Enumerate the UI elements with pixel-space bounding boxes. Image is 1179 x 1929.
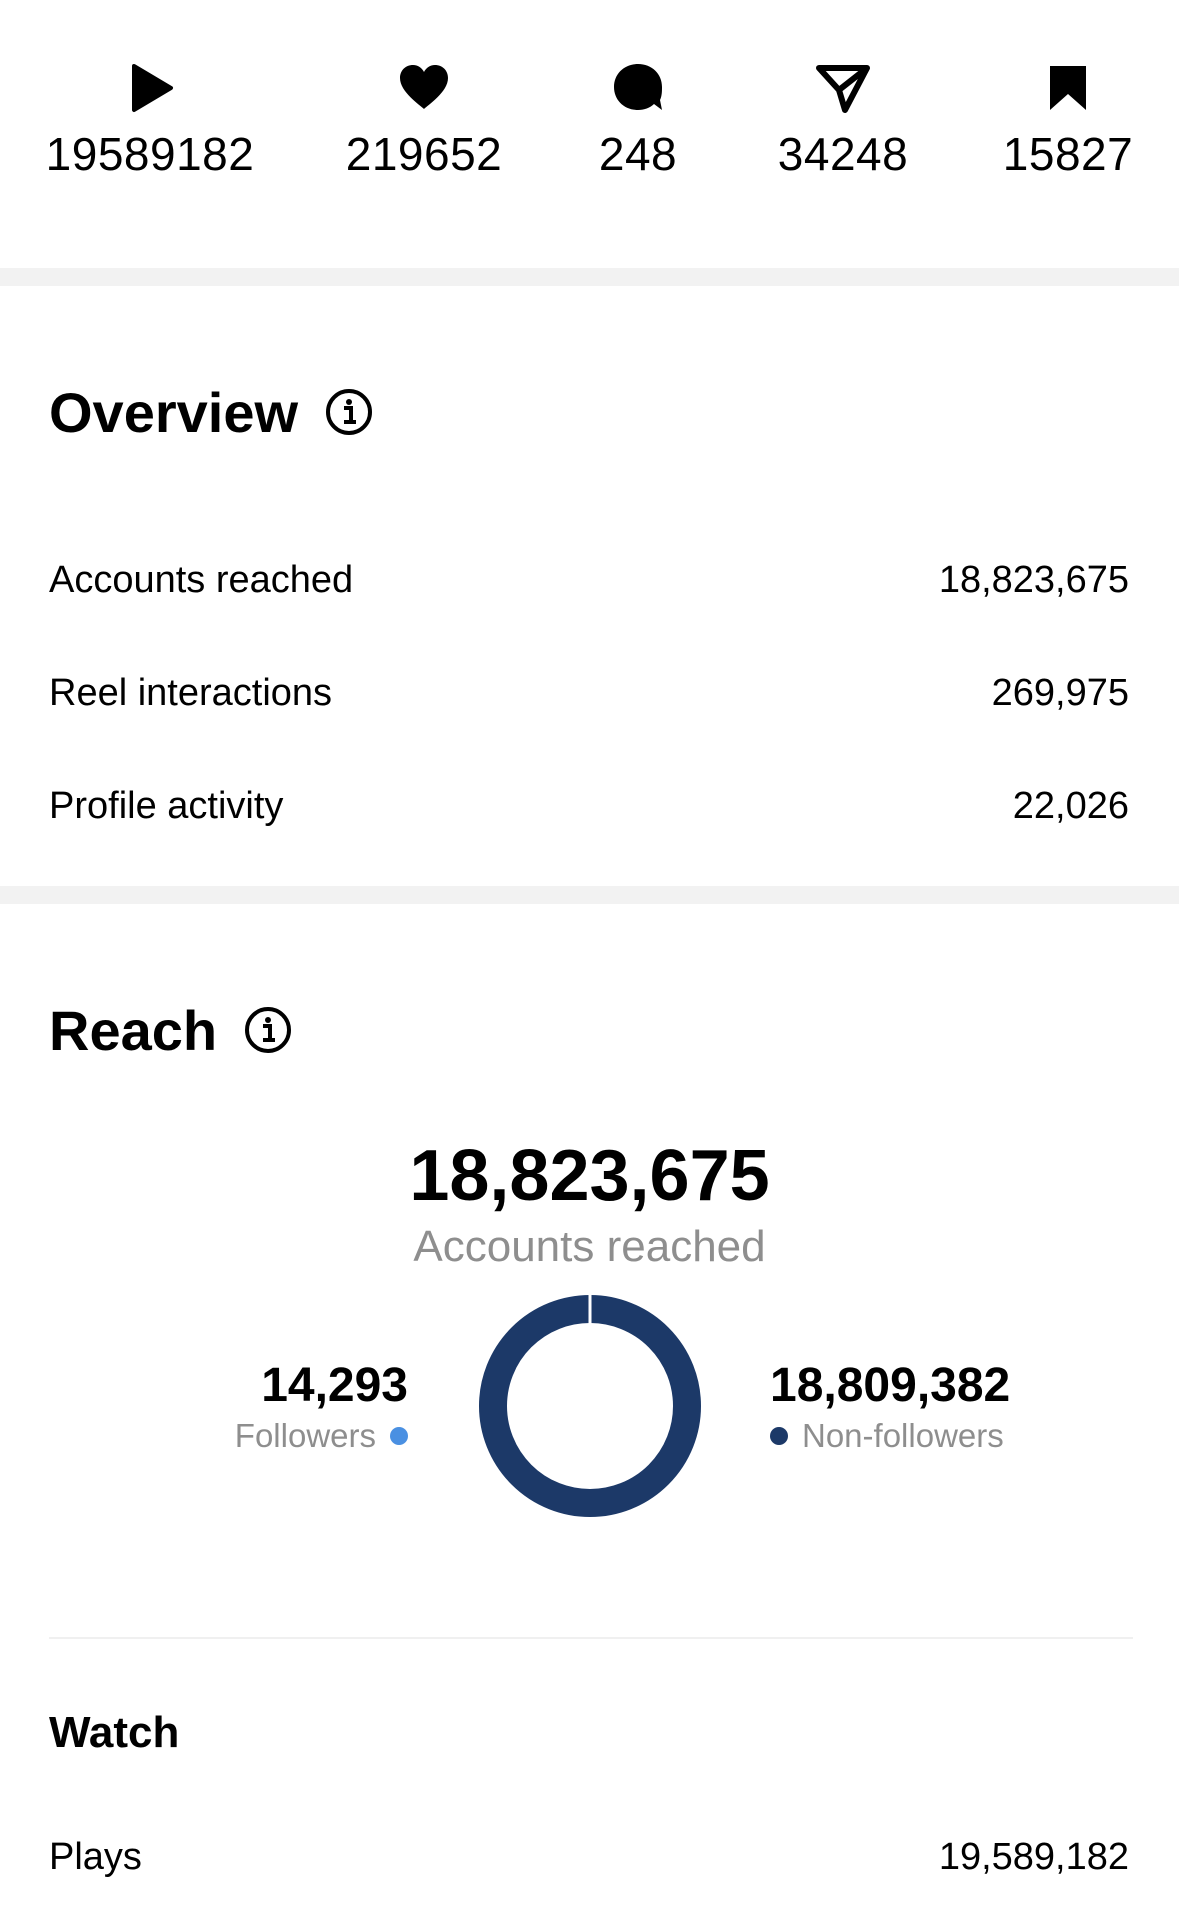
reach-donut-chart — [479, 1295, 701, 1517]
engagement-stats-row: 19589182 219652 248 34248 15827 — [0, 0, 1179, 268]
send-icon — [815, 60, 871, 116]
non-followers-arc — [479, 1295, 701, 1517]
watch-heading: Watch — [49, 1708, 180, 1757]
plays-stat: 19589182 — [30, 60, 270, 182]
comments-stat: 248 — [518, 60, 758, 182]
comment-icon — [610, 60, 666, 116]
reach-caption: Accounts reached — [413, 1222, 766, 1271]
metric-value: 22,026 — [1012, 784, 1129, 827]
shares-stat: 34248 — [723, 60, 963, 182]
comments-count: 248 — [598, 128, 678, 180]
shares-count: 34248 — [777, 128, 909, 180]
metric-label: Reel interactions — [49, 671, 333, 714]
followers-label-wrap: Followers — [160, 1414, 408, 1458]
metric-label: Plays — [49, 1835, 142, 1878]
followers-dot — [390, 1427, 408, 1445]
overview-title: Overview — [49, 380, 299, 444]
non-followers-label: Non-followers — [802, 1417, 1004, 1454]
accounts-reached-row[interactable]: Accounts reached 18,823,675 — [49, 550, 1129, 610]
non-followers-dot — [770, 1427, 788, 1445]
saves-count: 15827 — [1002, 128, 1134, 180]
likes-count: 219652 — [345, 128, 503, 180]
likes-stat: 219652 — [304, 60, 544, 182]
section-divider — [0, 886, 1179, 904]
plays-row[interactable]: Plays 19,589,182 — [49, 1827, 1129, 1887]
reach-title: Reach — [49, 998, 218, 1062]
metric-label: Profile activity — [49, 784, 284, 827]
info-icon[interactable] — [243, 1005, 293, 1055]
metric-value: 18,823,675 — [938, 558, 1129, 601]
profile-activity-row[interactable]: Profile activity 22,026 — [49, 776, 1129, 836]
play-icon — [122, 60, 178, 116]
divider — [49, 1637, 1133, 1639]
non-followers-count: 18,809,382 — [770, 1359, 1011, 1412]
metric-label: Accounts reached — [49, 558, 354, 601]
plays-count: 19589182 — [45, 128, 255, 180]
heart-icon — [396, 60, 452, 116]
metric-value: 269,975 — [991, 671, 1129, 714]
followers-label: Followers — [234, 1417, 376, 1454]
overview-heading: Overview — [49, 377, 374, 447]
metric-value: 19,589,182 — [938, 1835, 1129, 1878]
followers-count: 14,293 — [261, 1359, 408, 1412]
non-followers-label-wrap: Non-followers — [770, 1414, 1150, 1458]
non-followers-legend: 18,809,382 Non-followers — [770, 1358, 1150, 1458]
section-divider — [0, 268, 1179, 286]
reel-interactions-row[interactable]: Reel interactions 269,975 — [49, 663, 1129, 723]
reach-heading: Reach — [49, 995, 293, 1065]
reach-total: 18,823,675 — [409, 1136, 770, 1216]
bookmark-icon — [1040, 60, 1096, 116]
followers-legend: 14,293 Followers — [160, 1358, 408, 1458]
saves-stat: 15827 — [948, 60, 1179, 182]
info-icon[interactable] — [324, 387, 374, 437]
